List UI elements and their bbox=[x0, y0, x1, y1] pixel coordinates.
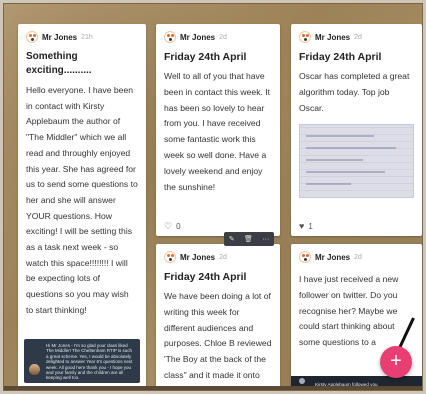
heart-filled-icon: ♥ bbox=[299, 221, 305, 231]
post-age: 2d bbox=[354, 33, 362, 41]
post-action-toolbar: ✎ 🗑 ··· bbox=[224, 232, 274, 246]
post-header: Mr Jones 2d bbox=[156, 24, 280, 44]
post-body: Well to all of you that have been in con… bbox=[164, 71, 271, 192]
post-card[interactable]: Mr Jones 2d Friday 24th April We have be… bbox=[156, 244, 280, 390]
author-avatar-icon bbox=[299, 31, 311, 43]
post-author: Mr Jones bbox=[315, 32, 351, 42]
like-count: 1 bbox=[308, 221, 313, 231]
post-author: Mr Jones bbox=[180, 252, 216, 262]
padlet-board: Mr Jones 21h Something exciting.........… bbox=[3, 3, 423, 391]
post-body: Hello everyone. I have been in contact w… bbox=[26, 85, 138, 315]
embedded-tweet[interactable]: Hi Mr Jones - I'm so glad your class lik… bbox=[24, 339, 140, 383]
post-title: Friday 24th April bbox=[164, 271, 247, 283]
author-avatar-icon bbox=[164, 31, 176, 43]
post-header: Mr Jones 2d bbox=[291, 24, 422, 44]
tweet-text: Hi Mr Jones - I'm so glad your class lik… bbox=[46, 343, 133, 381]
attached-photo[interactable] bbox=[299, 124, 414, 198]
post-age: 21h bbox=[81, 33, 93, 41]
author-avatar-icon bbox=[26, 31, 38, 43]
post-author: Mr Jones bbox=[42, 32, 78, 42]
post-title: Friday 24th April bbox=[299, 51, 382, 63]
post-age: 2d bbox=[219, 253, 227, 261]
post-card[interactable]: Mr Jones 2d Friday 24th April Oscar has … bbox=[291, 24, 422, 236]
post-title: Friday 24th April bbox=[164, 51, 247, 63]
trash-icon[interactable]: 🗑 bbox=[244, 235, 253, 243]
tweet-avatar-icon bbox=[29, 364, 40, 375]
like-button[interactable]: ♥ 1 bbox=[299, 221, 313, 231]
post-header: Mr Jones 2d bbox=[156, 244, 280, 264]
like-button[interactable]: ♡ 0 bbox=[164, 221, 181, 232]
author-avatar-icon bbox=[164, 251, 176, 263]
post-card[interactable]: Mr Jones 2d Friday 24th April Well to al… bbox=[156, 24, 280, 236]
post-age: 2d bbox=[219, 33, 227, 41]
more-options-icon[interactable]: ··· bbox=[262, 236, 269, 243]
post-author: Mr Jones bbox=[315, 252, 351, 262]
add-post-button[interactable]: + bbox=[380, 346, 412, 378]
post-title: Something exciting.......... bbox=[26, 51, 92, 76]
photo-detail bbox=[306, 159, 363, 161]
author-avatar-icon bbox=[299, 251, 311, 263]
twitter-avatar-icon bbox=[299, 378, 305, 384]
photo-detail bbox=[306, 135, 374, 137]
post-body: We have been doing a lot of writing this… bbox=[164, 291, 272, 390]
board-bottom-edge bbox=[4, 386, 422, 390]
photo-detail bbox=[306, 183, 352, 185]
post-card[interactable]: Mr Jones 21h Something exciting.........… bbox=[18, 24, 146, 389]
post-author: Mr Jones bbox=[180, 32, 216, 42]
post-body: Oscar has completed a great algorithm to… bbox=[299, 71, 410, 113]
photo-detail bbox=[306, 171, 386, 173]
like-count: 0 bbox=[176, 222, 181, 231]
post-age: 2d bbox=[354, 253, 362, 261]
heart-outline-icon: ♡ bbox=[164, 221, 173, 231]
photo-detail bbox=[306, 147, 397, 149]
edit-icon[interactable]: ✎ bbox=[229, 235, 235, 243]
post-header: Mr Jones 21h bbox=[18, 24, 146, 44]
post-header: Mr Jones 2d bbox=[291, 244, 422, 264]
